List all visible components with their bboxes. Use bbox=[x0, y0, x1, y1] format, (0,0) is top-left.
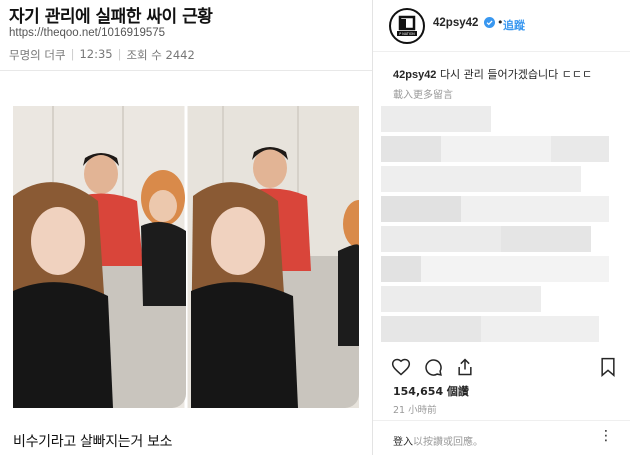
heart-icon[interactable] bbox=[391, 357, 411, 377]
login-prompt: 登入以按讚或回應。 bbox=[393, 433, 483, 448]
ig-header: P NATION 42psy42 • 追蹤 bbox=[373, 0, 630, 52]
post-meta: 무명의 더쿠 | 12:35 | 조회 수 2442 bbox=[9, 47, 195, 63]
svg-text:P NATION: P NATION bbox=[399, 32, 415, 36]
post-title: 자기 관리에 실패한 싸이 근황 bbox=[9, 7, 213, 27]
comment-icon[interactable] bbox=[423, 357, 443, 377]
instagram-panel: P NATION 42psy42 • 追蹤 42psy42 다시 관리 들어가겠… bbox=[372, 0, 630, 455]
follow-button[interactable]: 追蹤 bbox=[503, 17, 525, 33]
ig-comment: 42psy42 다시 관리 들어가겠습니다 ㄷㄷㄷ bbox=[393, 66, 592, 82]
pnation-logo: P NATION bbox=[397, 15, 417, 36]
post-time-ago: 21 小時前 bbox=[393, 405, 437, 416]
comment-text: 다시 관리 들어가겠습니다 ㄷㄷㄷ bbox=[439, 68, 593, 81]
pixelated-comments bbox=[381, 106, 609, 342]
post-divider bbox=[0, 70, 372, 71]
login-prompt-text: 以按讚或回應。 bbox=[413, 437, 483, 448]
comment-username[interactable]: 42psy42 bbox=[393, 69, 436, 81]
verified-icon bbox=[484, 17, 495, 28]
more-options-icon[interactable]: ⋮ bbox=[599, 428, 614, 444]
meta-divider: | bbox=[117, 47, 122, 61]
post-caption: 비수기라고 살빠지는거 보소 bbox=[13, 434, 173, 450]
meta-divider: | bbox=[70, 47, 75, 61]
ig-username[interactable]: 42psy42 bbox=[433, 17, 478, 29]
post-time: 12:35 bbox=[79, 47, 113, 61]
like-count[interactable]: 154,654 個讚 bbox=[393, 383, 469, 399]
bookmark-icon[interactable] bbox=[599, 357, 617, 377]
post-url[interactable]: https://theqoo.net/1016919575 bbox=[9, 27, 165, 39]
post-author[interactable]: 무명의 더쿠 bbox=[9, 47, 66, 63]
post-photo bbox=[13, 106, 359, 408]
share-icon[interactable] bbox=[455, 357, 475, 377]
ig-actions bbox=[373, 355, 630, 379]
post-views: 조회 수 2442 bbox=[126, 48, 195, 62]
load-more-comments[interactable]: 載入更多留言 bbox=[393, 86, 453, 101]
login-link[interactable]: 登入 bbox=[393, 437, 413, 448]
avatar[interactable]: P NATION bbox=[389, 8, 425, 44]
post-panel: 자기 관리에 실패한 싸이 근황 https://theqoo.net/1016… bbox=[0, 0, 372, 455]
